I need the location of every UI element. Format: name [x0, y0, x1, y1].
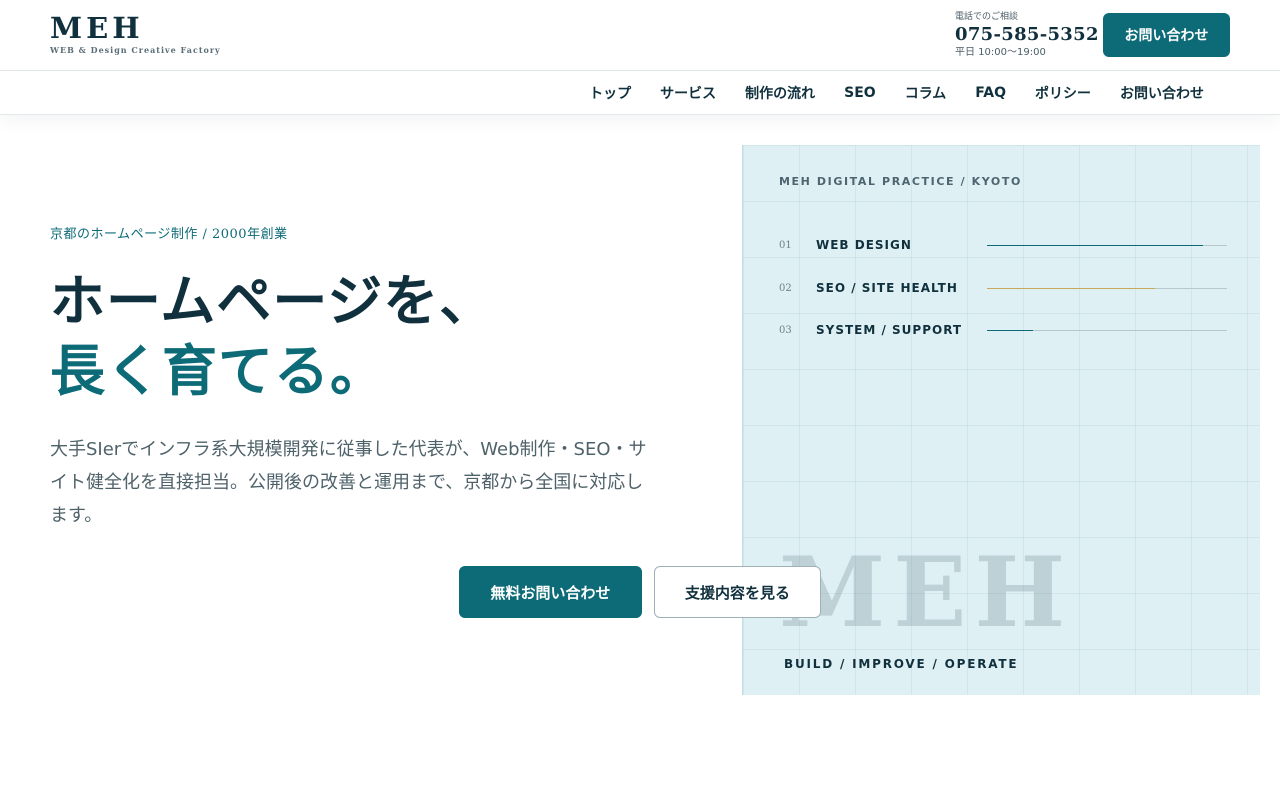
- service-track: [987, 245, 1227, 246]
- service-number: 02: [779, 283, 792, 294]
- headline-line-1: ホームページを、: [50, 269, 496, 333]
- hero-kicker: 京都のホームページ制作 / 2000年創業: [50, 227, 288, 242]
- panel-footer: BUILD / IMPROVE / OPERATE: [784, 657, 1019, 671]
- hero-headline: ホームページを、 長く育てる。: [50, 266, 495, 406]
- service-name: SYSTEM / SUPPORT: [816, 323, 963, 337]
- service-row: 02 SEO / SITE HEALTH: [779, 281, 1227, 297]
- service-row: 03 SYSTEM / SUPPORT: [779, 323, 1227, 339]
- service-row: 01 WEB DESIGN: [779, 238, 1227, 254]
- hero-lead: 大手SIerでインフラ系大規模開発に従事した代表が、Web制作・SEO・サイト健…: [50, 439, 647, 526]
- service-level-bar: [987, 245, 1203, 246]
- service-track: [987, 288, 1227, 289]
- service-number: 01: [779, 240, 792, 251]
- phone-hours: 平日 10:00〜19:00: [955, 47, 1046, 58]
- nav-item-top[interactable]: トップ: [589, 83, 631, 103]
- service-level-bar: [987, 288, 1155, 289]
- header-contact-button[interactable]: お問い合わせ: [1103, 13, 1230, 57]
- nav-item-flow[interactable]: 制作の流れ: [745, 83, 815, 103]
- nav-item-contact[interactable]: お問い合わせ: [1120, 83, 1204, 103]
- nav-item-faq[interactable]: FAQ: [975, 85, 1006, 101]
- service-number: 03: [779, 325, 792, 336]
- nav-item-services[interactable]: サービス: [660, 83, 716, 103]
- nav-item-seo[interactable]: SEO: [844, 85, 876, 101]
- site-header: MEH WEB & Design Creative Factory 電話でのご相…: [0, 0, 1280, 71]
- logo-tagline: WEB & Design Creative Factory: [50, 45, 221, 55]
- phone-label: 電話でのご相談: [955, 12, 1019, 22]
- panel-label: MEH DIGITAL PRACTICE / KYOTO: [779, 175, 1022, 188]
- free-inquiry-button[interactable]: 無料お問い合わせ: [459, 566, 642, 618]
- service-name: WEB DESIGN: [816, 238, 912, 252]
- view-services-button[interactable]: 支援内容を見る: [654, 566, 821, 618]
- headline-line-2: 長く育てる。: [50, 339, 387, 403]
- panel-watermark: MEH: [779, 536, 1074, 649]
- nav-list: トップ サービス 制作の流れ SEO コラム FAQ ポリシー お問い合わせ: [589, 71, 1204, 115]
- logo-wordmark: MEH: [50, 11, 144, 45]
- phone-number[interactable]: 075-585-5352: [955, 23, 1099, 47]
- main-nav: トップ サービス 制作の流れ SEO コラム FAQ ポリシー お問い合わせ: [0, 71, 1280, 115]
- service-track: [987, 330, 1227, 331]
- phone-contact: 電話でのご相談 075-585-5352 平日 10:00〜19:00: [955, 12, 1099, 59]
- service-name: SEO / SITE HEALTH: [816, 281, 958, 295]
- nav-item-column[interactable]: コラム: [905, 83, 947, 103]
- service-level-bar: [987, 330, 1033, 331]
- nav-item-policy[interactable]: ポリシー: [1035, 83, 1091, 103]
- logo[interactable]: MEH WEB & Design Creative Factory: [50, 12, 221, 55]
